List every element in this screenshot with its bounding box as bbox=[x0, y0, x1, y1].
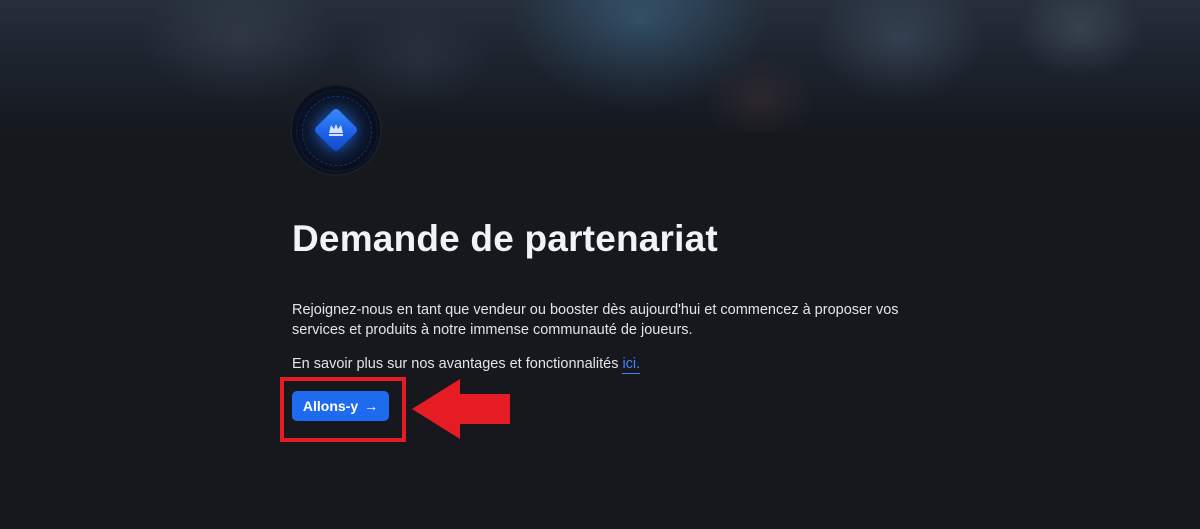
learn-more-text: En savoir plus sur nos avantages et fonc… bbox=[292, 354, 641, 374]
partner-request-page: Demande de partenariat Rejoignez-nous en… bbox=[0, 0, 1200, 529]
lets-go-button[interactable]: Allons-y → bbox=[292, 391, 389, 421]
brand-logo bbox=[292, 86, 380, 174]
learn-more-prefix: En savoir plus sur nos avantages et fonc… bbox=[292, 356, 619, 372]
arrow-right-icon: → bbox=[364, 398, 379, 414]
crown-icon bbox=[329, 124, 343, 136]
lets-go-label: Allons-y bbox=[302, 398, 359, 414]
partner-description: Rejoignez-nous en tant que vendeur ou bo… bbox=[292, 302, 899, 338]
learn-more-link[interactable]: ici. bbox=[622, 356, 641, 374]
page-title: Demande de partenariat bbox=[292, 218, 718, 259]
annotation-arrow-icon bbox=[412, 379, 510, 439]
hero-banner bbox=[0, 0, 1200, 132]
